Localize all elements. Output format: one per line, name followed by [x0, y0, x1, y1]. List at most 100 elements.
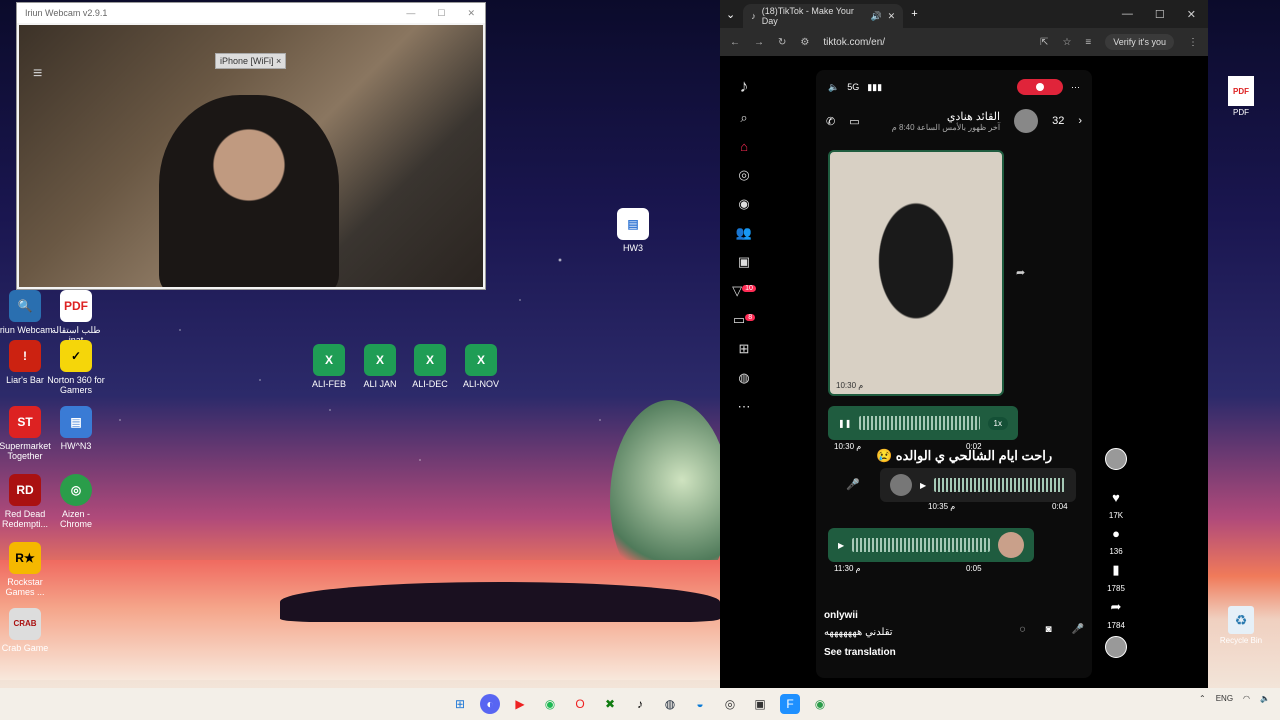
tiktok-logo-icon[interactable]: ♪: [740, 76, 749, 97]
mic-icon: 🎤: [1071, 624, 1084, 635]
more-icon[interactable]: ⋯: [738, 399, 751, 415]
edge-icon[interactable]: ◒: [690, 694, 710, 714]
pause-icon: ❚❚: [838, 418, 852, 428]
more-menu-icon[interactable]: ⋮: [1188, 37, 1198, 48]
file-app-icon[interactable]: F: [780, 694, 800, 714]
desktop-icon-label: ALI-FEB: [311, 379, 346, 389]
minimize-icon[interactable]: —: [1122, 8, 1133, 21]
messages-badge: 8: [745, 313, 756, 321]
activity-icon[interactable]: ▽ 10: [732, 283, 756, 299]
red-dead-icon: RD: [9, 474, 41, 506]
pdf-icon: PDF: [60, 290, 92, 322]
desktop-icon-rockstar[interactable]: R★ Rockstar Games ...: [0, 542, 55, 597]
desktop-icon-label: HW3: [623, 243, 643, 253]
minimize-icon[interactable]: —: [406, 8, 415, 19]
message-time: 10:30 م: [836, 381, 864, 390]
desktop-icon-hw3[interactable]: ▤ HW3: [603, 208, 663, 253]
wifi-icon[interactable]: ◠: [1243, 694, 1250, 703]
close-icon[interactable]: ✕: [1187, 8, 1196, 21]
maximize-icon[interactable]: ☐: [437, 8, 445, 19]
tab-tiktok[interactable]: ♪ (18)TikTok - Make Your Day 🔊 ✕: [743, 4, 904, 28]
speaker-icon[interactable]: 🔊: [870, 11, 881, 22]
back-icon[interactable]: ←: [730, 37, 740, 48]
sender-avatar: [890, 474, 912, 496]
voice3-time: 11:30 م: [834, 564, 861, 573]
video-actions: ♥ 17K ● 136 ▮ 1785 ➦ 1784: [1104, 448, 1128, 658]
profile-icon[interactable]: ◍: [738, 370, 749, 386]
voice2-time: 10:35 م: [928, 502, 956, 511]
tiktok-app-icon[interactable]: ♪: [630, 694, 650, 714]
bookmark-star-icon[interactable]: ☆: [1062, 37, 1071, 48]
new-tab-icon[interactable]: +: [911, 8, 917, 20]
desktop-icon-pdf-resignation[interactable]: PDF طلب استقالة inat: [46, 290, 106, 345]
live-avatar-icon[interactable]: ◉: [738, 196, 749, 212]
upload-icon[interactable]: ⊞: [739, 341, 750, 357]
webcam-titlebar[interactable]: Iriun Webcam v2.9.1 — ☐ ✕: [17, 3, 485, 23]
reload-icon[interactable]: ↻: [778, 37, 786, 48]
volume-icon[interactable]: 🔈: [1260, 694, 1270, 703]
windows-start-icon[interactable]: ⊞: [450, 694, 470, 714]
device-select[interactable]: iPhone [WiFi] ×: [215, 53, 287, 69]
image-message: 10:30 م: [828, 150, 1004, 396]
comment-icon[interactable]: ●: [1112, 526, 1120, 541]
tab-close-icon[interactable]: ✕: [888, 11, 896, 22]
menu-icon[interactable]: ≡: [33, 65, 42, 83]
forward-icon[interactable]: →: [754, 37, 764, 48]
desktop-icon-ali-nov[interactable]: X ALI-NOV: [451, 344, 511, 389]
chat-count: 32: [1052, 115, 1065, 127]
site-info-icon[interactable]: ⚙: [800, 37, 809, 48]
opera-icon[interactable]: O: [570, 694, 590, 714]
language-icon[interactable]: ENG: [1216, 694, 1233, 703]
tray-chevron-icon[interactable]: ⌃: [1199, 694, 1206, 703]
see-translation-link[interactable]: See translation: [824, 647, 1084, 658]
desktop-icon-recycle-bin[interactable]: ♻ Recycle Bin: [1216, 606, 1266, 645]
desktop-icon-hw-n3[interactable]: ▤ HW^N3: [46, 406, 106, 451]
magnifier-icon: 🔍: [9, 290, 41, 322]
url-field[interactable]: tiktok.com/en/: [823, 37, 885, 48]
youtube-icon[interactable]: ▶: [510, 694, 530, 714]
install-icon[interactable]: ⇱: [1040, 37, 1048, 48]
reading-list-icon[interactable]: ≡: [1085, 37, 1091, 48]
tab-search-icon[interactable]: ⌄: [726, 8, 735, 21]
verify-button[interactable]: Verify it's you: [1105, 34, 1174, 50]
desktop-icon-norton[interactable]: ✓ Norton 360 for Gamers: [46, 340, 106, 395]
video-username[interactable]: onlywii: [824, 610, 1084, 621]
contact-avatar: [1014, 109, 1039, 133]
like-icon[interactable]: ♥: [1112, 490, 1120, 505]
mute-icon[interactable]: 🔈: [828, 82, 839, 93]
maximize-icon[interactable]: ☐: [1155, 8, 1165, 21]
desktop-icon-crab-game[interactable]: CRAB Crab Game: [0, 608, 55, 653]
app-icon[interactable]: ▣: [750, 694, 770, 714]
play-icon: ▶: [920, 480, 927, 490]
discord-icon[interactable]: ◐: [480, 694, 500, 714]
close-icon[interactable]: ✕: [467, 8, 475, 19]
chrome-icon[interactable]: ◉: [810, 694, 830, 714]
tiktok-video[interactable]: 🔈 5G ▮▮▮ ⋯ ✆ ▭ القائد هنادي آخر ظهور بال…: [816, 70, 1092, 678]
creator-avatar[interactable]: [1105, 448, 1127, 470]
bookmark-icon[interactable]: ▮: [1112, 562, 1119, 578]
explore-icon[interactable]: ◎: [738, 167, 749, 183]
spotify-icon[interactable]: ◉: [540, 694, 560, 714]
home-icon[interactable]: ⌂: [740, 139, 748, 154]
desktop-icon-pdf[interactable]: PDF PDF: [1216, 76, 1266, 117]
music-disc-avatar[interactable]: [1105, 636, 1127, 658]
following-icon[interactable]: 👥: [736, 225, 752, 241]
share-icon[interactable]: ➦: [1111, 599, 1122, 615]
messages-icon[interactable]: ▭ 8: [733, 312, 756, 328]
search-icon[interactable]: ⌕: [740, 110, 747, 126]
xbox-icon[interactable]: ✖: [600, 694, 620, 714]
island: [280, 582, 720, 622]
webcam-window[interactable]: Iriun Webcam v2.9.1 — ☐ ✕ ≡ iPhone [WiFi…: [16, 2, 486, 290]
rockstar-icon: R★: [9, 542, 41, 574]
browser-window[interactable]: ⌄ ♪ (18)TikTok - Make Your Day 🔊 ✕ + — ☐…: [720, 0, 1208, 688]
steam-icon[interactable]: ◍: [660, 694, 680, 714]
share-icon: ➦: [1016, 267, 1026, 279]
more-icon[interactable]: ⋯: [1071, 82, 1080, 93]
live-icon[interactable]: ▣: [738, 254, 750, 270]
desktop-icon-aizen-chrome[interactable]: ◎ Aizen - Chrome: [46, 474, 106, 529]
desktop-icon-label: Liar's Bar: [6, 375, 44, 385]
github-icon[interactable]: ◎: [720, 694, 740, 714]
voice-message-1: ❚❚ 1x: [828, 406, 1018, 440]
device-label: iPhone [WiFi]: [220, 56, 274, 66]
chrome-icon: ◎: [60, 474, 92, 506]
